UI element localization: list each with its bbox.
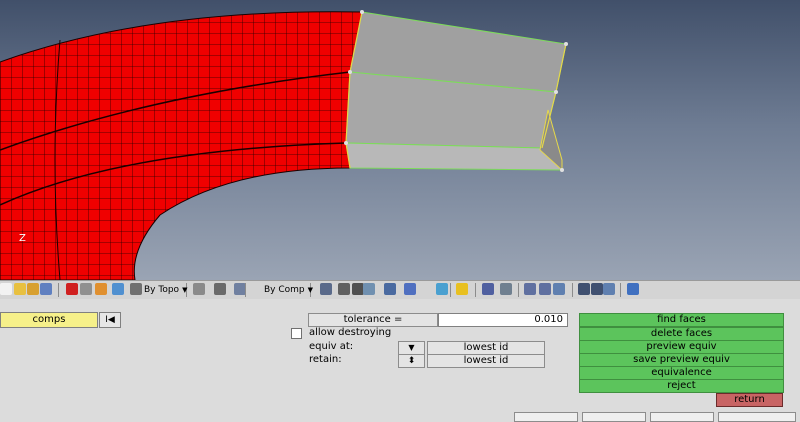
toolbar-separator xyxy=(450,283,451,297)
cube-icon[interactable] xyxy=(80,283,92,295)
reject-button[interactable]: reject xyxy=(579,379,784,393)
plus-icon[interactable] xyxy=(591,283,603,295)
select-by-comp-dropdown-label: By Comp xyxy=(264,284,305,295)
screen-icon[interactable] xyxy=(436,283,448,295)
toolbar-separator xyxy=(245,283,246,297)
up-down-toggle-icon[interactable]: ⬍ xyxy=(398,354,425,368)
retain-value[interactable]: lowest id xyxy=(427,354,545,368)
save-icon[interactable] xyxy=(40,283,52,295)
select-by-topo-dropdown-label: By Topo xyxy=(144,284,180,295)
comps-selector[interactable]: comps xyxy=(0,312,98,328)
redo-icon[interactable] xyxy=(603,283,615,295)
view-icon[interactable] xyxy=(214,283,226,295)
toolbar-separator xyxy=(518,283,519,297)
status-field-2 xyxy=(582,412,646,422)
toolbar-separator xyxy=(58,283,59,297)
find-faces-button[interactable]: find faces xyxy=(579,313,784,327)
folder-icon[interactable] xyxy=(14,283,26,295)
equiv-at-label: equiv at: xyxy=(309,341,354,352)
chevron-down-icon: ▼ xyxy=(182,285,188,294)
refresh-icon[interactable] xyxy=(627,283,639,295)
tolerance-label: tolerance = xyxy=(308,313,438,327)
model-canvas[interactable] xyxy=(0,0,800,280)
link-icon[interactable] xyxy=(500,283,512,295)
return-button[interactable]: return xyxy=(716,393,783,407)
lasso-icon[interactable] xyxy=(193,283,205,295)
edge-edit-panel: comps I◀ tolerance = 0.010 allow destroy… xyxy=(0,299,800,422)
preview-equiv-button[interactable]: preview equiv xyxy=(579,340,784,354)
main-toolbar: By Topo ▼ By Comp ▼ xyxy=(0,280,800,300)
undo-icon[interactable] xyxy=(553,283,565,295)
tolerance-input[interactable]: 0.010 xyxy=(438,313,568,327)
arrow-left-icon[interactable] xyxy=(524,283,536,295)
select-by-topo-dropdown[interactable]: By Topo ▼ xyxy=(144,282,187,297)
status-field-4 xyxy=(718,412,796,422)
allow-destroying-checkbox[interactable] xyxy=(291,328,302,339)
open-icon[interactable] xyxy=(27,283,39,295)
equiv-at-value[interactable]: lowest id xyxy=(427,341,545,355)
tree-icon[interactable] xyxy=(112,283,124,295)
toolbar-separator xyxy=(572,283,573,297)
graphics-viewport[interactable]: Z xyxy=(0,0,800,280)
status-field-1 xyxy=(514,412,578,422)
allow-destroying-label: allow destroying xyxy=(309,327,392,338)
page-icon[interactable] xyxy=(0,283,12,295)
z-axis-label: Z xyxy=(19,233,26,244)
wire-icon[interactable] xyxy=(338,283,350,295)
import-icon[interactable] xyxy=(95,283,107,295)
arrow-right-icon[interactable] xyxy=(539,283,551,295)
grid-icon[interactable] xyxy=(404,283,416,295)
select-by-comp-dropdown[interactable]: By Comp ▼ xyxy=(264,282,313,297)
save-preview-equiv-button[interactable]: save preview equiv xyxy=(579,353,784,367)
status-field-3 xyxy=(650,412,714,422)
delete-faces-button[interactable]: delete faces xyxy=(579,327,784,341)
table-icon[interactable] xyxy=(482,283,494,295)
toolbar-separator xyxy=(475,283,476,297)
shade-icon[interactable] xyxy=(320,283,332,295)
red-mesh-part[interactable] xyxy=(0,11,363,280)
reset-selection-button[interactable]: I◀ xyxy=(99,312,121,328)
equivalence-button[interactable]: equivalence xyxy=(579,366,784,380)
minus-icon[interactable] xyxy=(578,283,590,295)
delete-icon[interactable] xyxy=(66,283,78,295)
chevron-down-icon: ▼ xyxy=(307,285,314,294)
toolbar-separator xyxy=(620,283,621,297)
retain-label: retain: xyxy=(309,354,342,365)
plane-icon[interactable] xyxy=(363,283,375,295)
solid-icon[interactable] xyxy=(384,283,396,295)
star-icon[interactable] xyxy=(456,283,468,295)
cursor-icon[interactable] xyxy=(130,283,142,295)
chevron-down-icon[interactable]: ▼ xyxy=(398,341,425,355)
